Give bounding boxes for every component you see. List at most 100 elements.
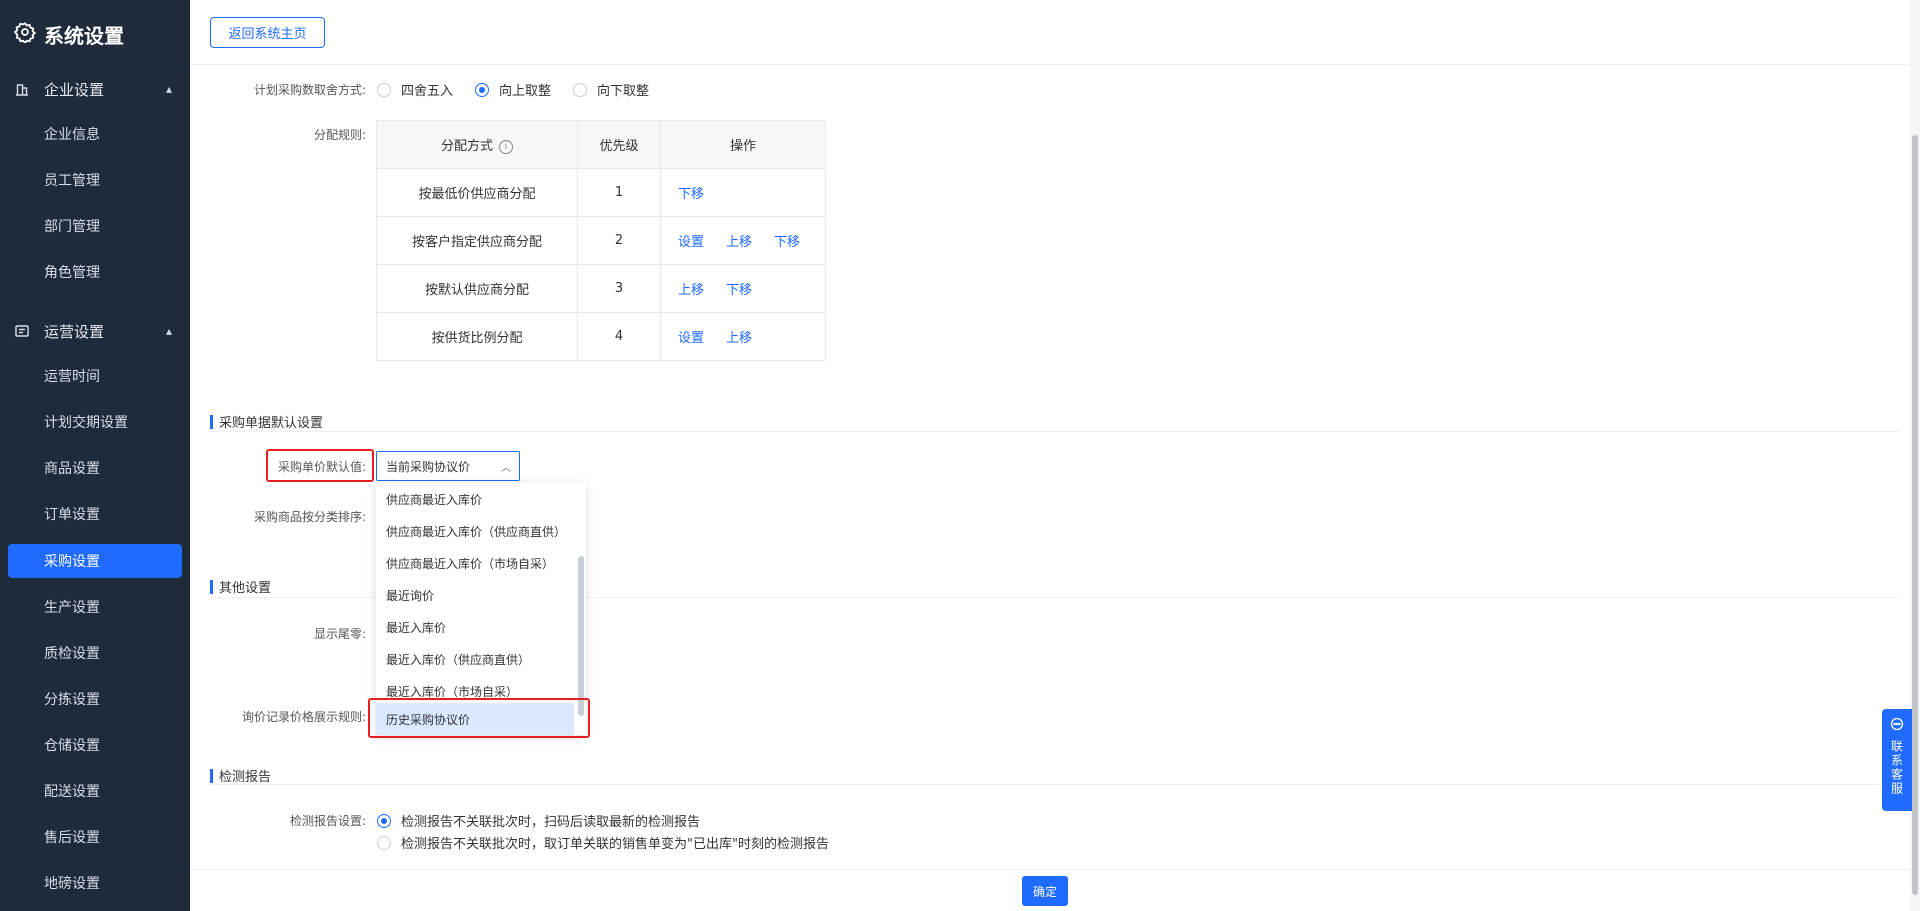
sidebar-item-company-info[interactable]: 企业信息 [8, 117, 182, 151]
chevron-up-icon: ▴ [165, 82, 172, 96]
settings-link[interactable]: 设置 [678, 331, 704, 346]
sidebar-group-enterprise[interactable]: 企业设置 ▴ [14, 78, 174, 100]
sidebar-brand: 系统设置 [13, 16, 124, 52]
move-down-link[interactable]: 下移 [678, 187, 704, 202]
sidebar-group-label: 运营设置 [44, 322, 105, 341]
section-divider [210, 784, 1900, 785]
sidebar-item-order[interactable]: 订单设置 [8, 497, 182, 531]
sidebar-item-sorting[interactable]: 分拣设置 [8, 682, 182, 716]
sidebar-item-purchase[interactable]: 采购设置 [8, 544, 182, 578]
sidebar-item-warehouse[interactable]: 仓储设置 [8, 728, 182, 762]
section-divider [210, 431, 1900, 432]
contact-label: 联系客服 [1889, 740, 1904, 796]
info-icon[interactable]: i [499, 139, 513, 154]
section-report: 检测报告 [210, 766, 1900, 785]
section-bar [210, 579, 213, 594]
sidebar-item-staff[interactable]: 员工管理 [8, 163, 182, 197]
highlight-box [368, 698, 590, 738]
sidebar-item-quality[interactable]: 质检设置 [8, 636, 182, 670]
tail-zero-label: 显示尾零: [313, 627, 366, 641]
building-icon [14, 81, 30, 97]
table-row: 按最低价供应商分配 1 下移 [376, 168, 826, 217]
radio-round-down[interactable]: 向下取整 [573, 80, 649, 99]
table-cell-method: 按默认供应商分配 [376, 264, 578, 313]
dropdown-option[interactable]: 供应商最近入库价 [376, 483, 574, 515]
table-cell-method: 按客户指定供应商分配 [376, 216, 578, 265]
scrollbar-thumb[interactable] [1912, 135, 1918, 895]
inquiry-rule-label: 询价记录价格展示规则: [241, 710, 366, 724]
unit-price-label: 采购单价默认值: [277, 460, 366, 474]
sidebar-item-delivery[interactable]: 配送设置 [8, 774, 182, 808]
chat-icon [1890, 717, 1904, 734]
move-up-link[interactable]: 上移 [726, 331, 752, 346]
table-row: 按供货比例分配 4 设置 上移 [376, 312, 826, 361]
sidebar-item-production[interactable]: 生产设置 [8, 590, 182, 624]
sidebar-group-operations[interactable]: 运营设置 ▴ [14, 320, 174, 342]
sidebar-group-label: 企业设置 [44, 80, 105, 99]
table-cell-ops: 设置 上移 [660, 312, 826, 361]
confirm-button[interactable]: 确定 [1022, 876, 1068, 906]
radio-circle[interactable] [573, 82, 588, 97]
rounding-label: 计划采购数取舍方式: [253, 83, 366, 97]
dropdown-option[interactable]: 最近入库价 [376, 611, 574, 643]
sidebar-title: 系统设置 [44, 23, 124, 48]
sidebar-item-roles[interactable]: 角色管理 [8, 255, 182, 289]
contact-service-button[interactable]: 联系客服 [1882, 709, 1912, 811]
list-icon [14, 323, 30, 339]
radio-circle[interactable] [377, 813, 391, 828]
top-divider [190, 64, 1910, 65]
unit-price-select[interactable]: 当前采购协议价 ︿ [376, 451, 520, 481]
table-header: 操作 [660, 120, 826, 169]
sidebar: 系统设置 企业设置 ▴ 企业信息 员工管理 部门管理 角色管理 运营设置 ▴ 运… [0, 0, 190, 911]
table-cell-priority: 3 [577, 264, 661, 313]
gear-icon [13, 21, 37, 48]
sidebar-item-product[interactable]: 商品设置 [8, 451, 182, 485]
dropdown-option[interactable]: 供应商最近入库价（供应商直供） [376, 515, 574, 547]
sort-label: 采购商品按分类排序: [253, 510, 366, 524]
radio-round-up[interactable]: 向上取整 [475, 80, 551, 99]
table-cell-ops: 上移 下移 [660, 264, 826, 313]
table-cell-priority: 2 [577, 216, 661, 265]
sidebar-item-aftersales[interactable]: 售后设置 [8, 820, 182, 854]
section-bar [210, 414, 213, 429]
table-cell-priority: 4 [577, 312, 661, 361]
dropdown-option[interactable]: 最近入库价（供应商直供） [376, 643, 574, 675]
move-down-link[interactable]: 下移 [726, 283, 752, 298]
table-cell-ops: 设置 上移 下移 [660, 216, 826, 265]
report-radio-1[interactable]: 检测报告不关联批次时，扫码后读取最新的检测报告 [377, 811, 700, 830]
report-setting-label: 检测报告设置: [289, 814, 366, 828]
sidebar-item-delivery-date[interactable]: 计划交期设置 [8, 405, 182, 439]
dropdown-option[interactable]: 供应商最近入库价（市场自采） [376, 547, 574, 579]
table-header: 优先级 [577, 120, 661, 169]
radio-circle[interactable] [475, 82, 490, 97]
table-cell-ops: 下移 [660, 168, 826, 217]
table-header: 分配方式 i [376, 120, 578, 169]
section-bar [210, 768, 213, 783]
sidebar-item-department[interactable]: 部门管理 [8, 209, 182, 243]
allocation-label: 分配规则: [313, 128, 366, 142]
settings-link[interactable]: 设置 [678, 235, 704, 250]
radio-circle[interactable] [377, 835, 391, 850]
move-up-link[interactable]: 上移 [678, 283, 704, 298]
chevron-up-icon: ▴ [165, 324, 172, 338]
sidebar-item-operating-time[interactable]: 运营时间 [8, 359, 182, 393]
dropdown-scrollbar[interactable] [578, 556, 584, 716]
back-home-button[interactable]: 返回系统主页 [210, 17, 325, 48]
table-cell-method: 按供货比例分配 [376, 312, 578, 361]
move-down-link[interactable]: 下移 [774, 235, 800, 250]
radio-circle[interactable] [377, 82, 391, 97]
sidebar-item-weighbridge[interactable]: 地磅设置 [8, 866, 182, 900]
table-row: 按客户指定供应商分配 2 设置 上移 下移 [376, 216, 826, 265]
move-up-link[interactable]: 上移 [726, 235, 752, 250]
rounding-radio-group: 四舍五入 向上取整 向下取整 [377, 80, 671, 99]
radio-round-half[interactable]: 四舍五入 [377, 80, 453, 99]
table-cell-method: 按最低价供应商分配 [376, 168, 578, 217]
allocation-table: 分配方式 i 优先级 操作 按最低价供应商分配 1 下移 按客户指定供应商分配 2… [376, 120, 826, 361]
table-row: 按默认供应商分配 3 上移 下移 [376, 264, 826, 313]
dropdown-option[interactable]: 最近询价 [376, 579, 574, 611]
chevron-up-icon: ︿ [501, 462, 511, 474]
footer-divider [190, 869, 1920, 870]
report-radio-2[interactable]: 检测报告不关联批次时，取订单关联的销售单变为"已出库"时刻的检测报告 [377, 833, 829, 852]
section-purchase-defaults: 采购单据默认设置 [210, 412, 1900, 431]
table-cell-priority: 1 [577, 168, 661, 217]
